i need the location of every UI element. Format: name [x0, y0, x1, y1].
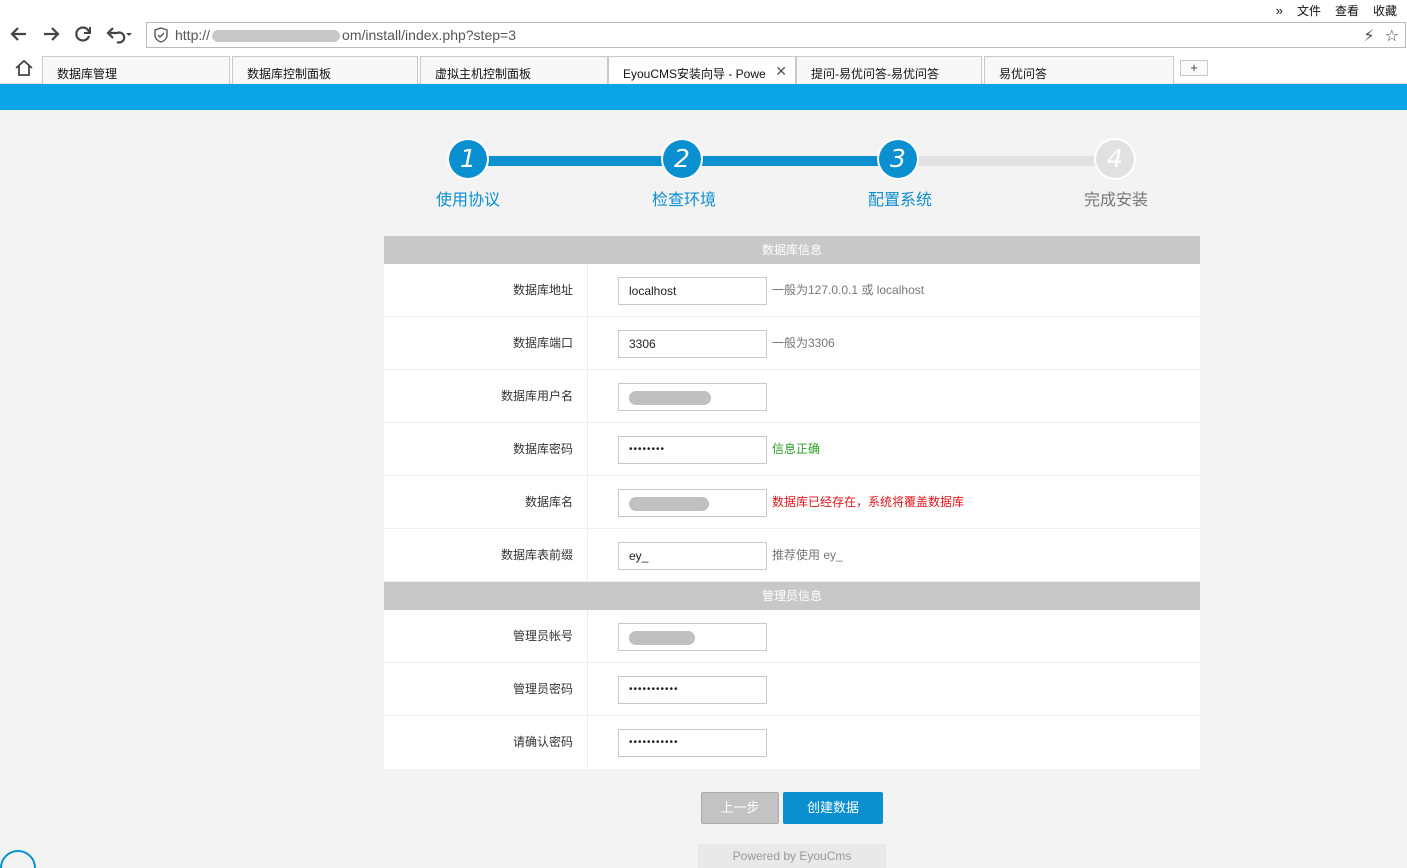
- admin-password-row: 管理员密码 •••••••••••: [384, 663, 1200, 716]
- arrow-left-icon: [10, 27, 26, 41]
- powered-by: Powered by EyouCms: [698, 844, 886, 868]
- db-host-input[interactable]: localhost: [618, 277, 767, 305]
- progress-line-todo: [898, 156, 1116, 166]
- refresh-icon: [75, 26, 91, 42]
- step-2-circle: 2: [663, 140, 701, 178]
- db-prefix-row: 数据库表前缀 ey_ 推荐使用 ey_: [384, 529, 1200, 582]
- db-section-title: 数据库信息: [384, 236, 1200, 264]
- tab-label: EyouCMS安装向导 - Powe: [623, 67, 766, 81]
- step-2-label: 检查环境: [651, 192, 716, 209]
- browser-chrome: » 文件 查看 收藏 http:// om/install/index.php?s…: [0, 0, 1407, 84]
- menu-favorites[interactable]: 收藏: [1373, 2, 1397, 19]
- field-label: 数据库地址: [384, 264, 588, 317]
- refresh-button[interactable]: [72, 23, 94, 45]
- field-hint: 推荐使用 ey_: [772, 548, 843, 562]
- undo-button[interactable]: [104, 23, 134, 45]
- field-label: 管理员密码: [384, 663, 588, 716]
- admin-user-input[interactable]: [618, 623, 767, 651]
- close-icon[interactable]: ✕: [775, 63, 787, 80]
- step-3-circle: 3: [879, 140, 917, 178]
- tab-label: 易优问答: [999, 67, 1048, 81]
- redacted-mask: [212, 30, 341, 43]
- action-buttons: 上一步 创建数据: [701, 792, 883, 824]
- step-4-circle: 4: [1096, 140, 1134, 178]
- url-prefix: http://: [175, 27, 211, 43]
- admin-password-input[interactable]: •••••••••••: [618, 676, 767, 704]
- menu-file[interactable]: 文件: [1297, 2, 1321, 19]
- admin-section-title: 管理员信息: [384, 582, 1200, 610]
- step-1-circle: 1: [449, 140, 487, 178]
- field-label: 数据库端口: [384, 317, 588, 370]
- address-bar-icons: ⚡ ☆: [1363, 26, 1399, 46]
- back-button[interactable]: [8, 23, 30, 45]
- admin-user-row: 管理员帐号: [384, 610, 1200, 663]
- url-suffix: om/install/index.php?step=3: [342, 27, 516, 43]
- url-text: http:// om/install/index.php?step=3: [175, 27, 516, 43]
- success-hint: 信息正确: [772, 442, 821, 456]
- arrow-right-icon: [44, 27, 60, 41]
- browser-menu: » 文件 查看 收藏: [1276, 2, 1397, 18]
- menu-view[interactable]: 查看: [1335, 2, 1359, 19]
- tab-label: 虚拟主机控制面板: [435, 67, 532, 81]
- tab-4[interactable]: 提问-易优问答-易优问答: [796, 56, 982, 84]
- tab-label: 提问-易优问答-易优问答: [811, 67, 939, 81]
- field-label: 请确认密码: [384, 716, 588, 769]
- tab-1[interactable]: 数据库控制面板: [232, 56, 418, 84]
- db-host-row: 数据库地址 localhost 一般为127.0.0.1 或 localhost: [384, 264, 1200, 317]
- db-prefix-input[interactable]: ey_: [618, 542, 767, 570]
- redacted-mask: [629, 390, 711, 405]
- db-user-input[interactable]: [618, 383, 767, 411]
- tab-label: 数据库管理: [57, 67, 118, 81]
- redacted-mask: [629, 630, 695, 645]
- tab-0[interactable]: 数据库管理: [42, 56, 230, 84]
- admin-confirm-input[interactable]: •••••••••••: [618, 729, 767, 757]
- new-tab-button[interactable]: +: [1180, 60, 1208, 76]
- field-label: 管理员帐号: [384, 610, 588, 663]
- step-3-label: 配置系统: [867, 192, 932, 209]
- field-hint: 一般为127.0.0.1 或 localhost: [772, 283, 925, 297]
- db-port-input[interactable]: 3306: [618, 330, 767, 358]
- home-icon[interactable]: [14, 58, 34, 78]
- tab-bar: 数据库管理 数据库控制面板 虚拟主机控制面板 EyouCMS安装向导 - Pow…: [0, 54, 1407, 84]
- undo-icon: [106, 27, 132, 44]
- lightning-icon[interactable]: ⚡: [1363, 26, 1374, 46]
- tab-2[interactable]: 虚拟主机控制面板: [420, 56, 608, 84]
- header-band: [0, 84, 1407, 110]
- field-hint: 一般为3306: [772, 336, 835, 350]
- redacted-mask: [629, 496, 709, 511]
- corner-widget-icon[interactable]: [0, 850, 36, 868]
- progress-steps: 1 2 3 4 使用协议 检查环境 配置系统 完成安装: [0, 130, 1407, 220]
- warning-hint: 数据库已经存在，系统将覆盖数据库: [772, 495, 965, 509]
- db-password-row: 数据库密码 •••••••• 信息正确: [384, 423, 1200, 476]
- create-data-button[interactable]: 创建数据: [783, 792, 883, 824]
- tab-3[interactable]: EyouCMS安装向导 - Powe ✕: [608, 56, 796, 84]
- db-password-input[interactable]: ••••••••: [618, 436, 767, 464]
- tab-label: 数据库控制面板: [247, 67, 332, 81]
- nav-buttons: [8, 22, 134, 46]
- more-menu-button[interactable]: »: [1276, 3, 1283, 18]
- field-label: 数据库表前缀: [384, 529, 588, 582]
- admin-confirm-row: 请确认密码 •••••••••••: [384, 716, 1200, 769]
- db-name-input[interactable]: [618, 489, 767, 517]
- address-bar[interactable]: http:// om/install/index.php?step=3 ⚡ ☆: [146, 22, 1406, 48]
- install-form: 数据库信息 数据库地址 localhost 一般为127.0.0.1 或 loc…: [384, 236, 1200, 769]
- field-label: 数据库用户名: [384, 370, 588, 423]
- field-label: 数据库名: [384, 476, 588, 529]
- shield-icon: [154, 27, 168, 43]
- prev-step-button[interactable]: 上一步: [701, 792, 779, 824]
- db-port-row: 数据库端口 3306 一般为3306: [384, 317, 1200, 370]
- field-label: 数据库密码: [384, 423, 588, 476]
- db-user-row: 数据库用户名: [384, 370, 1200, 423]
- step-4-label: 完成安装: [1083, 192, 1148, 209]
- step-1-label: 使用协议: [435, 192, 500, 209]
- tab-5[interactable]: 易优问答: [984, 56, 1174, 84]
- db-name-row: 数据库名 数据库已经存在，系统将覆盖数据库: [384, 476, 1200, 529]
- star-icon[interactable]: ☆: [1385, 26, 1399, 46]
- forward-button[interactable]: [40, 23, 62, 45]
